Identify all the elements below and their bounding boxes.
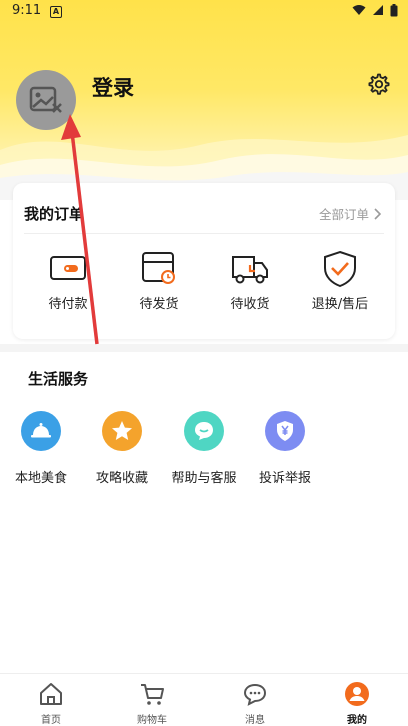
- tab-home[interactable]: 首页: [21, 680, 81, 726]
- wallet-icon: [48, 249, 88, 289]
- bottom-tab-bar: 首页 购物车 消息 我的: [0, 673, 408, 726]
- avatar[interactable]: [16, 70, 76, 130]
- login-link[interactable]: 登录: [92, 72, 134, 102]
- status-time: 9:11: [12, 3, 42, 18]
- battery-icon: [390, 4, 398, 17]
- status-icons: [352, 4, 398, 17]
- order-item-label: 退换/售后: [311, 297, 369, 312]
- signal-icon: [373, 5, 383, 15]
- chat-bubble-icon: [184, 411, 224, 451]
- all-orders-link[interactable]: 全部订单: [319, 204, 381, 223]
- tab-mine[interactable]: 我的: [327, 680, 387, 726]
- star-icon: [102, 411, 142, 451]
- service-label: 投诉举报: [258, 471, 311, 486]
- all-orders-label: 全部订单: [318, 207, 369, 222]
- tab-label: 消息: [245, 715, 265, 726]
- status-bar: 9:11 A: [0, 0, 408, 24]
- tab-label: 购物车: [137, 715, 167, 726]
- truck-icon: [230, 249, 270, 289]
- tab-cart[interactable]: 购物车: [122, 680, 182, 726]
- order-pending-shipment[interactable]: 待发货: [119, 249, 199, 312]
- tab-messages[interactable]: 消息: [225, 680, 285, 726]
- tab-label: 我的: [347, 715, 367, 726]
- cart-icon: [138, 680, 166, 708]
- orders-card: 我的订单 全部订单 待付款 待发货 待收货 退换/售后: [13, 183, 395, 339]
- order-item-label: 待收货: [230, 297, 270, 312]
- order-pending-receipt[interactable]: 待收货: [210, 249, 290, 312]
- order-item-label: 待发货: [139, 297, 179, 312]
- image-placeholder-icon: [29, 86, 62, 113]
- order-item-label: 待付款: [48, 297, 88, 312]
- wifi-icon: [352, 5, 366, 15]
- life-services-title: 生活服务: [28, 370, 89, 388]
- shield-yen-icon: [265, 411, 305, 451]
- shield-check-icon: [320, 249, 360, 289]
- settings-gear-icon[interactable]: [366, 72, 390, 96]
- profile-icon: [343, 680, 371, 708]
- notification-icon: A: [50, 6, 62, 18]
- service-label: 攻略收藏: [95, 471, 148, 486]
- chevron-right-icon: [374, 207, 381, 220]
- service-complaint-report[interactable]: 投诉举报: [240, 411, 330, 486]
- home-icon: [37, 680, 65, 708]
- tab-label: 首页: [41, 715, 61, 726]
- service-label: 本地美食: [14, 471, 67, 486]
- service-label: 帮助与客服: [171, 471, 237, 486]
- message-icon: [241, 680, 269, 708]
- section-divider: [0, 344, 408, 352]
- service-help-support[interactable]: 帮助与客服: [159, 411, 249, 486]
- service-guides-favorites[interactable]: 攻略收藏: [77, 411, 167, 486]
- divider: [24, 233, 384, 234]
- order-after-sales[interactable]: 退换/售后: [300, 249, 380, 312]
- order-pending-payment[interactable]: 待付款: [28, 249, 108, 312]
- orders-title: 我的订单: [24, 205, 85, 223]
- package-clock-icon: [139, 249, 179, 289]
- food-cloche-icon: [21, 411, 61, 451]
- service-local-food[interactable]: 本地美食: [0, 411, 86, 486]
